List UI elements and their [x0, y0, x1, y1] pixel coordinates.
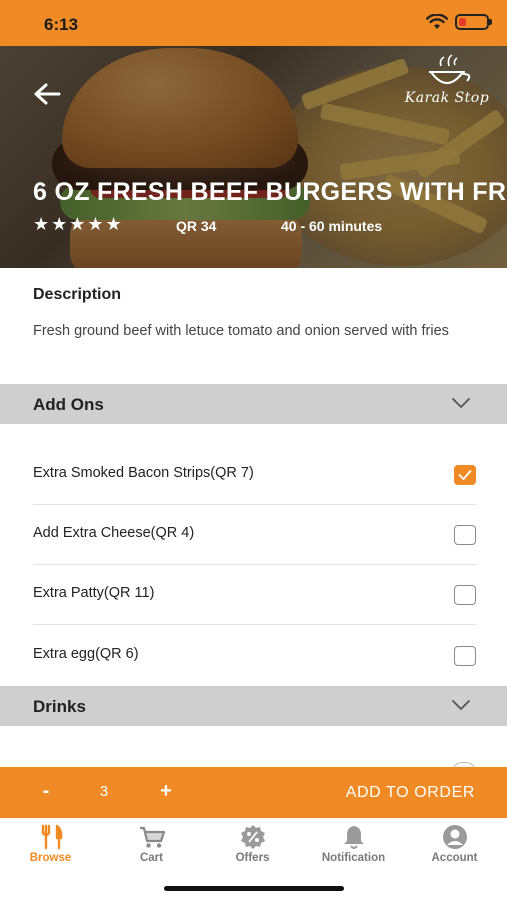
tab-cart[interactable]: Cart — [101, 824, 202, 864]
description-heading: Description — [33, 286, 122, 303]
tab-label: Notification — [321, 852, 386, 864]
addon-row[interactable]: Add Extra Cheese(QR 4) — [33, 505, 476, 565]
status-time: 6:13 — [44, 15, 79, 34]
rating-stars: ★★★★★ — [33, 214, 124, 234]
user-icon — [442, 825, 467, 849]
back-button[interactable] — [30, 78, 64, 110]
status-bar: 6:13 — [0, 0, 507, 46]
tab-label: Account — [431, 852, 478, 864]
addon-label: Add Extra Cheese(QR 4) — [33, 525, 195, 541]
wifi-icon — [426, 14, 448, 29]
item-title: 6 OZ FRESH BEEF BURGERS WITH FRIES — [33, 178, 507, 206]
item-price: QR 34 — [176, 218, 217, 234]
arrow-left-icon — [34, 83, 61, 105]
addon-label: Extra Smoked Bacon Strips(QR 7) — [33, 465, 254, 481]
tab-label: Cart — [139, 852, 163, 864]
battery-icon — [455, 14, 492, 30]
checkmark-icon — [458, 470, 472, 480]
add-ons-section-header[interactable]: Add Ons — [0, 384, 507, 424]
tab-notification[interactable]: Notification — [303, 824, 404, 864]
drinks-heading: Drinks — [33, 697, 86, 716]
quantity-increase-button[interactable]: + — [157, 780, 175, 803]
addon-row[interactable]: Extra egg(QR 6) — [33, 626, 476, 686]
status-icons — [426, 14, 492, 30]
tab-offers[interactable]: Offers — [202, 824, 303, 864]
home-indicator — [164, 886, 344, 891]
fork-knife-icon — [41, 824, 62, 850]
addon-checkbox[interactable] — [454, 465, 476, 485]
addon-checkbox[interactable] — [454, 585, 476, 605]
chevron-down-icon — [452, 700, 470, 710]
addon-row[interactable]: Extra Smoked Bacon Strips(QR 7) — [33, 445, 476, 505]
addon-label: Extra egg(QR 6) — [33, 646, 139, 662]
item-title-container: 6 OZ FRESH BEEF BURGERS WITH FRIES — [0, 170, 507, 210]
tab-label: Browse — [29, 852, 72, 864]
brand-logo: Karak Stop — [396, 52, 498, 116]
cart-icon — [139, 826, 165, 848]
tab-browse[interactable]: Browse — [0, 824, 101, 864]
logo-text: Karak Stop — [404, 90, 490, 106]
cup-icon — [429, 54, 471, 85]
addon-row[interactable]: Extra Patty(QR 11) — [33, 565, 476, 625]
tab-label: Offers — [235, 852, 270, 864]
tab-account[interactable]: Account — [404, 824, 505, 864]
bell-icon — [343, 826, 364, 849]
addon-checkbox[interactable] — [454, 646, 476, 666]
chevron-down-icon — [452, 398, 470, 408]
add-to-order-button[interactable]: ADD TO ORDER — [346, 784, 475, 802]
delivery-time: 40 - 60 minutes — [281, 218, 383, 234]
add-ons-heading: Add Ons — [33, 395, 104, 414]
quantity-value: 3 — [99, 783, 109, 800]
quantity-decrease-button[interactable]: - — [38, 780, 54, 803]
order-bar: - 3 + ADD TO ORDER — [0, 767, 507, 818]
description-text: Fresh ground beef with letuce tomato and… — [33, 323, 449, 339]
drinks-section-header[interactable]: Drinks — [0, 686, 507, 726]
percent-badge-icon — [240, 825, 265, 849]
addon-label: Extra Patty(QR 11) — [33, 585, 155, 601]
addon-checkbox[interactable] — [454, 525, 476, 545]
